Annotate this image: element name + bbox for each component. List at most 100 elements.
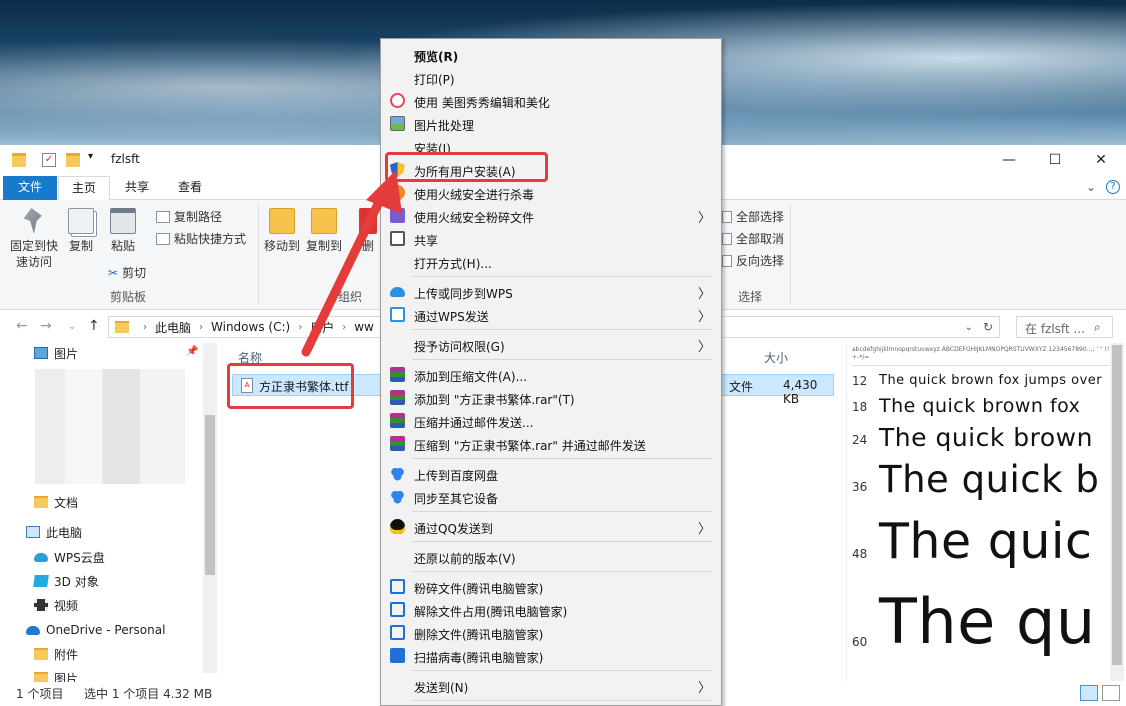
preview-charset: abcdefghijklmnopqrstuvwxyz ABCDEFGHIJKLM… (852, 346, 1115, 361)
refresh-icon[interactable]: ↻ (983, 320, 993, 334)
paste-shortcut-button[interactable]: 粘贴快捷方式 (156, 230, 246, 247)
column-header-size[interactable]: 大小 (764, 349, 788, 366)
select-all-button[interactable]: 全部选择 (722, 208, 784, 225)
menu-item[interactable]: 解除文件占用(腾讯电脑管家) (381, 598, 721, 621)
tencent-icon (390, 625, 405, 640)
tencent-icon (390, 579, 405, 594)
recent-locations-icon[interactable]: ⌄ (68, 321, 76, 332)
menu-item[interactable]: 打印(P) (381, 66, 721, 89)
pin-quick-access-button[interactable]: 固定到快 速访问 (8, 208, 60, 270)
menu-item[interactable]: 删除文件(腾讯电脑管家) (381, 621, 721, 644)
tab-home[interactable]: 主页 (58, 176, 110, 201)
menu-separator (412, 670, 712, 671)
menu-item[interactable]: 添加到压缩文件(A)... (381, 363, 721, 386)
menu-item[interactable]: 同步至其它设备 (381, 485, 721, 508)
select-none-button[interactable]: 全部取消 (722, 230, 784, 247)
menu-item[interactable]: 上传或同步到WPS 〉 (381, 280, 721, 303)
delete-button[interactable]: 删 (356, 208, 380, 254)
new-folder-icon[interactable] (66, 153, 80, 167)
window-title: fzlsft (111, 152, 140, 166)
menu-item[interactable]: 使用火绒安全进行杀毒 (381, 181, 721, 204)
tab-view[interactable]: 查看 (165, 176, 215, 200)
submenu-arrow-icon: 〉 (697, 310, 711, 325)
menu-item[interactable]: 压缩并通过邮件发送... (381, 409, 721, 432)
preview-scrollbar-thumb[interactable] (1112, 345, 1122, 665)
pin-icon (23, 208, 42, 234)
breadcrumb-separator[interactable]: › (298, 322, 302, 333)
share-icon (390, 231, 405, 246)
properties-icon[interactable]: ✓ (42, 153, 56, 167)
menu-item[interactable]: 使用 美图秀秀编辑和美化 (381, 89, 721, 112)
ribbon-divider (258, 204, 259, 304)
breadcrumb-drive[interactable]: Windows (C:) (211, 320, 290, 334)
preview-size: 18 (852, 400, 868, 414)
menu-item[interactable]: 通过WPS发送 〉 (381, 303, 721, 326)
details-view-icon[interactable] (1080, 685, 1098, 701)
breadcrumb-separator[interactable]: › (342, 322, 346, 333)
forward-arrow-icon[interactable]: → (40, 318, 52, 334)
menu-item-label: 扫描病毒(腾讯电脑管家) (414, 651, 544, 665)
submenu-arrow-icon: 〉 (697, 522, 711, 537)
up-arrow-icon[interactable]: ↑ (88, 318, 100, 334)
wps-cloud-icon (390, 287, 405, 297)
menu-item-label: 使用 美图秀秀编辑和美化 (414, 96, 550, 110)
copy-path-button[interactable]: 复制路径 (156, 208, 222, 225)
preview-size: 36 (852, 480, 868, 494)
menu-item-label: 授予访问权限(G) (414, 340, 505, 354)
menu-item-label: 粉碎文件(腾讯电脑管家) (414, 582, 544, 596)
quick-access-dropdown-icon[interactable]: ▾ (88, 151, 93, 162)
menu-item-label: 上传或同步到WPS (414, 287, 513, 301)
menu-item[interactable]: 扫描病毒(腾讯电脑管家) (381, 644, 721, 667)
menu-item[interactable]: 授予访问权限(G) 〉 (381, 333, 721, 356)
search-icon[interactable]: ⌕ (1094, 320, 1101, 335)
cut-button[interactable]: ✂ 剪切 (108, 264, 146, 281)
menu-item-label: 同步至其它设备 (414, 492, 499, 506)
collapse-ribbon-icon[interactable]: ⌄ (1086, 180, 1096, 194)
invert-selection-button[interactable]: 反向选择 (722, 252, 784, 269)
breadcrumb-this-pc[interactable]: 此电脑 (155, 319, 191, 336)
breadcrumb-users[interactable]: 用户 (310, 319, 334, 336)
maximize-button[interactable]: ☐ (1032, 145, 1078, 175)
preview-text: The quic (879, 513, 1093, 570)
menu-item[interactable]: 粉碎文件(腾讯电脑管家) (381, 575, 721, 598)
minimize-button[interactable]: — (986, 145, 1032, 175)
menu-item[interactable]: 压缩到 "方正隶书繁体.rar" 并通过邮件发送 (381, 432, 721, 455)
winrar-icon (390, 390, 405, 405)
address-dropdown-icon[interactable]: ⌄ (965, 322, 973, 333)
tab-file[interactable]: 文件 (3, 176, 57, 200)
back-arrow-icon[interactable]: ← (16, 318, 28, 334)
nav-item-onedrive[interactable]: OneDrive - Personal (26, 619, 165, 641)
breadcrumb-user[interactable]: ww (354, 320, 374, 334)
menu-item[interactable]: 使用火绒安全粉碎文件 〉 (381, 204, 721, 227)
copy-button[interactable]: 复制 (64, 208, 98, 254)
close-button[interactable]: ✕ (1078, 145, 1124, 175)
file-size: 4,430 KB (783, 378, 818, 406)
qq-icon (390, 519, 405, 534)
menu-item[interactable]: 发送到(N) 〉 (381, 674, 721, 697)
breadcrumb-separator[interactable]: › (199, 322, 203, 333)
menu-item[interactable]: 打开方式(H)... (381, 250, 721, 273)
menu-item[interactable]: 添加到 "方正隶书繁体.rar"(T) (381, 386, 721, 409)
menu-item[interactable]: 预览(R) (381, 43, 721, 66)
onedrive-icon (26, 625, 40, 635)
large-icons-view-icon[interactable] (1102, 685, 1120, 701)
pin-icon[interactable]: 📌 (186, 346, 198, 357)
menu-item[interactable]: 还原以前的版本(V) (381, 545, 721, 568)
breadcrumb-separator[interactable]: › (143, 322, 147, 333)
menu-separator (412, 571, 712, 572)
folder-icon (12, 153, 26, 167)
menu-item[interactable]: 上传到百度网盘 (381, 462, 721, 485)
menu-item[interactable]: 通过QQ发送到 〉 (381, 515, 721, 538)
menu-item-label: 压缩并通过邮件发送... (414, 416, 534, 430)
nav-item-pictures-pinned[interactable]: 图片 (34, 342, 78, 364)
move-to-button[interactable]: 移动到 (262, 208, 302, 254)
menu-item[interactable]: 图片批处理 (381, 112, 721, 135)
tab-share[interactable]: 共享 (112, 176, 162, 200)
nav-item-attachments[interactable]: 附件 (34, 643, 78, 665)
tencent-icon (390, 602, 405, 617)
menu-item[interactable]: 共享 (381, 227, 721, 250)
paste-button[interactable]: 粘贴 (106, 208, 140, 254)
copy-to-button[interactable]: 复制到 (304, 208, 344, 254)
help-icon[interactable]: ? (1106, 180, 1120, 194)
nav-scrollbar-thumb[interactable] (205, 415, 215, 575)
